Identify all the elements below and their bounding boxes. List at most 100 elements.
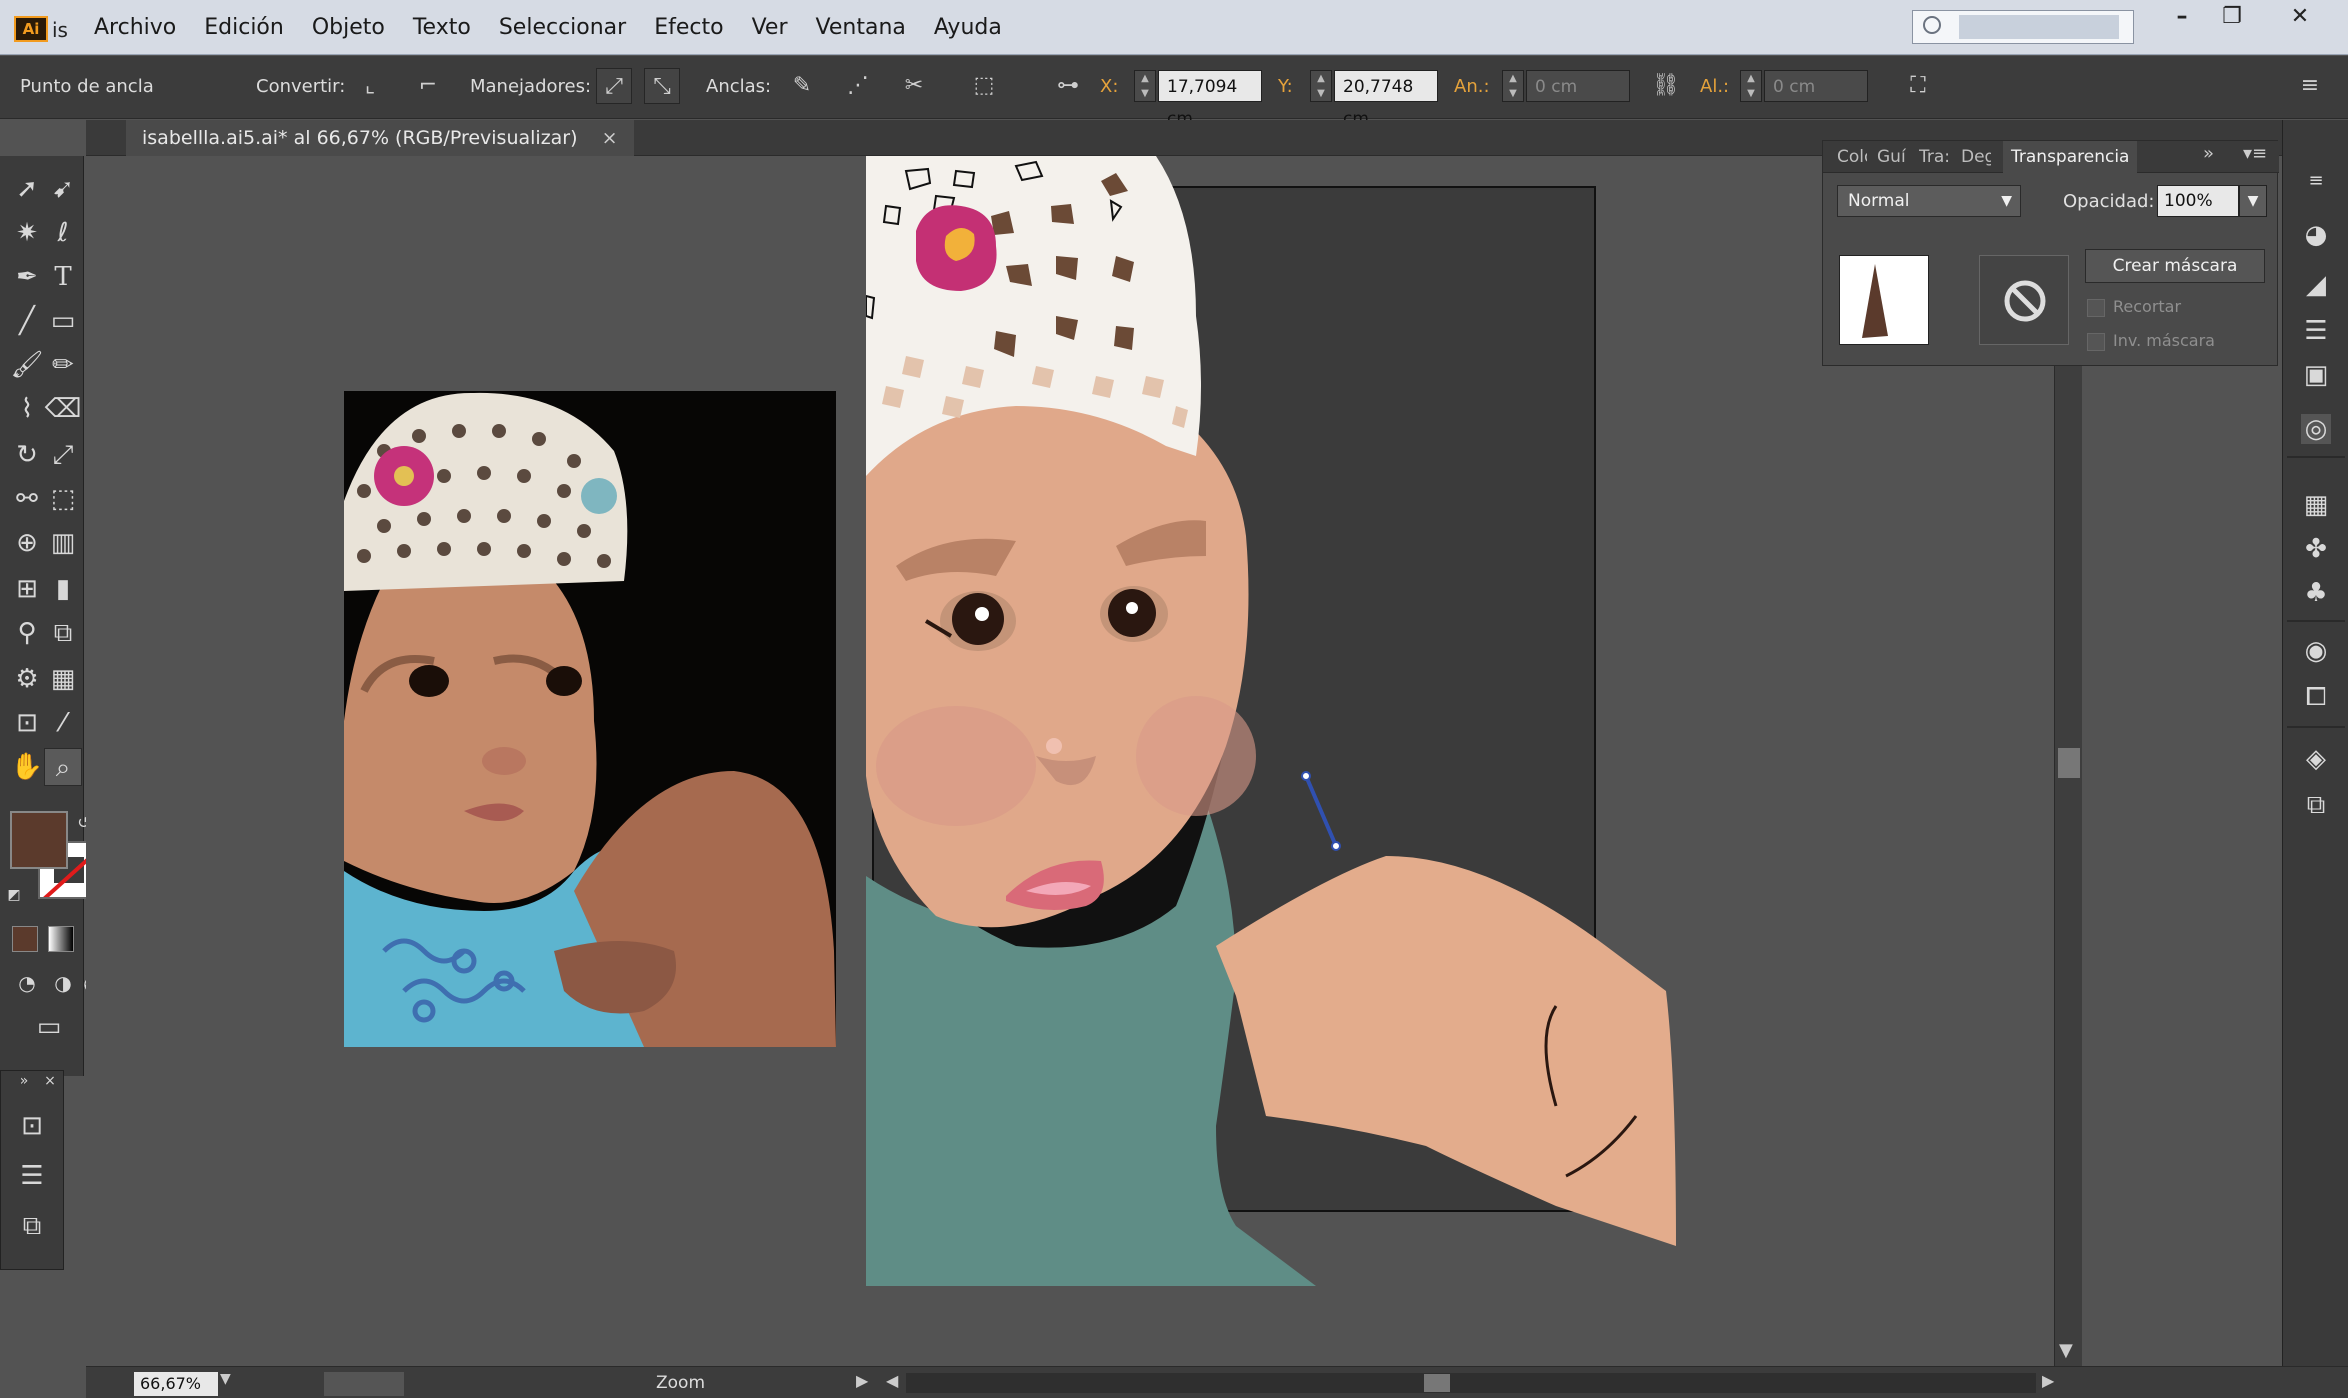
blob-brush-tool-icon[interactable]: ⌇ [8, 390, 46, 428]
x-stepper[interactable]: ▲ ▼ [1134, 70, 1156, 102]
control-menu-icon[interactable]: ≡ [2292, 68, 2328, 104]
mask-thumbnail[interactable] [1979, 255, 2069, 345]
tab-transparency[interactable]: Transparencia [2003, 141, 2138, 173]
cut-path-icon[interactable]: ✂ [896, 68, 932, 104]
panel-close-icon[interactable]: × [31, 1071, 69, 1091]
document-tab[interactable]: isabellla.ai5.ai* al 66,67% (RGB/Previsu… [126, 120, 634, 156]
align-anchor-icon[interactable]: ⊶ [1050, 68, 1086, 104]
restore-button[interactable]: ❐ [2210, 2, 2254, 32]
color-guide-icon[interactable]: ◕ [2301, 220, 2331, 250]
perspective-grid-tool-icon[interactable]: ▥ [44, 524, 82, 562]
reference-photo[interactable] [344, 391, 836, 1047]
x-field[interactable]: 17,7094 cm [1158, 70, 1262, 129]
artboard-tool-icon[interactable]: ⊡ [8, 704, 46, 742]
vector-illustration[interactable] [865, 156, 1816, 1296]
lasso-tool-icon[interactable]: ℓ [44, 214, 82, 252]
height-stepper[interactable]: ▲ ▼ [1740, 70, 1762, 102]
tab-guide[interactable]: Guí [1877, 141, 1907, 173]
gradient-tool-icon[interactable]: ▮ [44, 570, 82, 608]
shape-builder-tool-icon[interactable]: ⊕ [8, 524, 46, 562]
pen-tool-icon[interactable]: ✒ [8, 258, 46, 296]
make-mask-button[interactable]: Crear máscara [2085, 249, 2265, 283]
slice-tool-icon[interactable]: ⁄ [44, 704, 82, 742]
color-icon[interactable]: ◢ [2301, 270, 2331, 300]
convert-corner-icon[interactable]: ⌞ [352, 68, 388, 104]
zoom-level-field[interactable]: 66,67% [134, 1372, 218, 1396]
selection-tool-icon[interactable]: ➚ [8, 170, 46, 208]
gradient-mode-icon[interactable] [48, 926, 74, 952]
draw-behind-icon[interactable]: ◑ [44, 964, 82, 1002]
object-thumbnail[interactable] [1839, 255, 1929, 345]
type-tool-icon[interactable]: T [44, 258, 82, 296]
y-field[interactable]: 20,7748 cm [1334, 70, 1438, 129]
remove-anchor-icon[interactable]: ✎ [784, 68, 820, 104]
transparency-icon[interactable]: ◎ [2301, 414, 2331, 444]
transform-icon[interactable]: ⛶ [1900, 68, 1936, 104]
blend-tool-icon[interactable]: ⧉ [44, 614, 82, 652]
minimize-button[interactable]: – [2160, 2, 2204, 32]
color-mode-icon[interactable] [12, 926, 38, 952]
height-field[interactable]: 0 cm [1764, 70, 1868, 102]
mesh-tool-icon[interactable]: ⊞ [8, 570, 46, 608]
search-field[interactable] [1912, 10, 2134, 44]
layers-icon[interactable]: ◈ [2301, 744, 2331, 774]
connect-anchor-icon[interactable]: ⋰ [840, 68, 876, 104]
close-button[interactable]: ✕ [2278, 2, 2322, 32]
search-input[interactable] [1959, 15, 2119, 39]
opacity-field[interactable]: 100% [2157, 185, 2239, 217]
free-transform-tool-icon[interactable]: ⬚ [44, 480, 82, 518]
constrain-link-icon[interactable]: ⛓ [1648, 68, 1684, 104]
menu-ver[interactable]: Ver [738, 12, 802, 44]
symbol-sprayer-tool-icon[interactable]: ⚙ [8, 660, 46, 698]
scroll-left-icon[interactable]: ◀ [886, 1371, 898, 1390]
panel-menu-icon[interactable]: ▾≡ [2243, 143, 2267, 164]
horizontal-scrollbar[interactable] [906, 1373, 2036, 1393]
artboards-panel-icon[interactable]: ⊡ [13, 1107, 51, 1145]
gradient-icon[interactable]: ▣ [2301, 360, 2331, 390]
clip-checkbox[interactable] [2087, 299, 2105, 317]
scroll-right-icon[interactable]: ▶ [2042, 1371, 2054, 1390]
column-graph-tool-icon[interactable]: ▦ [44, 660, 82, 698]
opacity-dropdown-icon[interactable]: ▼ [2239, 185, 2267, 217]
dock-collapse-icon[interactable]: ≡ [2301, 166, 2331, 196]
isolate-icon[interactable]: ⬚ [966, 68, 1002, 104]
pathfinder-panel-icon[interactable]: ⧉ [13, 1207, 51, 1245]
hand-tool-icon[interactable]: ✋ [8, 748, 46, 786]
screen-mode-icon[interactable]: ▭ [30, 1008, 68, 1046]
artboard-navigation[interactable] [324, 1372, 404, 1396]
rotate-tool-icon[interactable]: ↻ [8, 436, 46, 474]
tab-stroke[interactable]: Tra: [1919, 141, 1949, 173]
width-field[interactable]: 0 cm [1526, 70, 1630, 102]
symbols-icon[interactable]: ♣ [2301, 578, 2331, 608]
menu-ayuda[interactable]: Ayuda [920, 12, 1016, 44]
menu-ventana[interactable]: Ventana [802, 12, 920, 44]
fill-swatch[interactable] [10, 811, 68, 869]
horizontal-scroll-thumb[interactable] [1424, 1374, 1450, 1392]
zoom-dropdown-icon[interactable]: ▼ [220, 1371, 231, 1387]
tab-gradient[interactable]: Deg [1961, 141, 1991, 173]
menu-seleccionar[interactable]: Seleccionar [485, 12, 640, 44]
menu-edicion[interactable]: Edición [190, 12, 298, 44]
tab-color[interactable]: Colo [1837, 141, 1867, 173]
scroll-down-icon[interactable]: ▼ [2059, 1340, 2073, 1361]
hide-handles-icon[interactable]: ⤡ [644, 68, 680, 104]
eyedropper-tool-icon[interactable]: ⚲ [8, 614, 46, 652]
y-stepper[interactable]: ▲ ▼ [1310, 70, 1332, 102]
appearance-icon[interactable]: ◉ [2301, 636, 2331, 666]
pencil-tool-icon[interactable]: ✏ [44, 346, 82, 384]
swatches-icon[interactable]: ▦ [2301, 490, 2331, 520]
panel-collapse-icon[interactable]: » [2203, 143, 2214, 164]
stroke-icon[interactable]: ☰ [2301, 316, 2331, 346]
status-menu-icon[interactable]: ▶ [856, 1371, 868, 1390]
brushes-icon[interactable]: ✤ [2301, 534, 2331, 564]
warp-tool-icon[interactable]: ⚯ [8, 480, 46, 518]
tab-close-icon[interactable]: × [602, 127, 618, 149]
align-panel-icon[interactable]: ☰ [13, 1157, 51, 1195]
menu-objeto[interactable]: Objeto [298, 12, 399, 44]
direct-selection-tool-icon[interactable]: ➹ [44, 170, 82, 208]
magic-wand-tool-icon[interactable]: ✷ [8, 214, 46, 252]
artboards-icon[interactable]: ⧉ [2301, 790, 2331, 820]
zoom-tool-icon[interactable]: ⌕ [44, 748, 82, 786]
menu-texto[interactable]: Texto [399, 12, 485, 44]
paintbrush-tool-icon[interactable]: 🖌 [8, 346, 46, 384]
